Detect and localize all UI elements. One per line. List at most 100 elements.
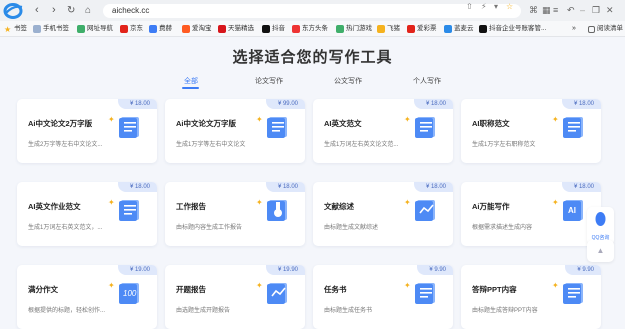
tool-description: 根据需求描述生成内容 [472,225,533,231]
tab-personal[interactable]: 个人写作 [413,77,441,86]
forward-icon[interactable]: › [52,5,56,16]
price-badge: ¥ 19.00 [117,265,157,275]
sparkle-icon: ✦ [552,281,559,290]
tool-card[interactable]: ¥ 18.00 AI英文作业范文 生成1万词左右英文范文，... ✦ [17,182,157,246]
doc-tool-icon [267,117,287,138]
tool-description: 由标题生成答辩PPT内容 [472,308,538,314]
grid-icon[interactable]: ▦ [542,5,551,15]
arrow-up-icon: ▲ [596,246,605,255]
tool-card[interactable]: ¥ 18.00 文献综述 由标题生成文献综述 ✦ [313,182,453,246]
bookmark-item[interactable]: 京东 [120,24,143,34]
bookmark-item[interactable]: 手机书签 [33,24,69,34]
back-to-top-button[interactable]: ▲ [587,240,614,262]
tool-card[interactable]: ¥ 18.00 Ai中文论文2万字版 生成2万字等左右中文论文... ✦ [17,99,157,163]
svg-text:100: 100 [123,289,137,298]
price-badge: ¥ 18.00 [413,99,453,109]
sparkle-icon: ✦ [404,115,411,124]
bookmark-item[interactable]: 爱彩票 [407,24,437,34]
star-icon[interactable]: ☆ [506,2,513,11]
tool-description: 由选题生成开题报告 [176,308,231,314]
sparkle-icon: ✦ [552,198,559,207]
ai-tool-icon: AI [563,200,583,221]
restore-icon[interactable]: ❐ [592,5,600,15]
tool-description: 生成1万字左右职称范文 [472,142,536,148]
price-badge: ¥ 99.00 [265,99,305,109]
tool-description: 生成1万词左右英文论文范... [324,142,399,148]
sparkle-icon: ✦ [256,281,263,290]
sparkle-icon: ✦ [404,281,411,290]
tool-card[interactable]: ¥ 19.90 开题报告 由选题生成开题报告 ✦ [165,265,305,329]
tool-name: 开题报告 [176,285,206,294]
sparkle-icon: ✦ [256,115,263,124]
price-badge: ¥ 18.00 [265,182,305,192]
bookmark-item[interactable]: 天猫精选 [218,24,254,34]
more-bookmarks-icon[interactable]: » [572,24,576,34]
bookmark-item[interactable]: 爱淘宝 [182,24,212,34]
price-badge: ¥ 18.00 [413,182,453,192]
sparkle-icon: ✦ [552,115,559,124]
address-bar[interactable]: aicheck.cc [103,4,521,18]
tool-name: Ai万能写作 [472,202,510,211]
tab-all[interactable]: 全部 [184,77,198,86]
bookmark-item[interactable]: 热门游戏 [336,24,372,34]
category-tabs: 全部 论文写作 公文写作 个人写作 [0,77,625,91]
tool-card[interactable]: ¥ 19.00 满分作文根据提供的标题，轻松创作... ✦ 100 [17,265,157,329]
page-content: 选择适合您的写作工具 全部 论文写作 公文写作 个人写作 ¥ 18.00 Ai中文… [0,37,625,329]
doc-tool-icon [119,117,139,138]
browser-logo-icon [3,3,23,19]
price-badge: ¥ 18.00 [117,99,157,109]
doc-tool-icon [563,117,583,138]
tool-card[interactable]: ¥ 99.00 Ai中文论文万字版生成1万字等左右中文论文 ✦ [165,99,305,163]
tool-card[interactable]: ¥ 18.00 AI职称范文 生成1万字左右职称范文 ✦ [461,99,601,163]
tab-official[interactable]: 公文写作 [334,77,362,86]
sparkle-icon: ✦ [404,198,411,207]
bookmark-item[interactable]: 蓝麦云 [444,24,474,34]
pencil-tool-icon: 100 [119,283,139,304]
qq-icon [595,212,606,226]
tool-card[interactable]: ¥ 18.00 工作报告 由标题内容生成工作报告 ✦ [165,182,305,246]
tool-card[interactable]: ¥ 9.90 答辩PPT内容 由标题生成答辩PPT内容 ✦ [461,265,601,329]
lightning-icon[interactable]: ⚡ [481,2,487,11]
share-icon[interactable]: ⇧ [466,2,473,11]
extension-icon[interactable]: ⌘ [529,5,538,15]
tool-card[interactable]: ¥ 18.00 AI英文范文生成1万词左右英文论文范... ✦ [313,99,453,163]
close-icon[interactable]: ✕ [606,5,614,15]
tab-thesis[interactable]: 论文写作 [255,77,283,86]
bookmark-item[interactable]: 东方头条 [292,24,328,34]
tool-card[interactable]: ¥ 9.90 任务书 由标题生成任务书 ✦ [313,265,453,329]
tool-name: 文献综述 [324,202,354,211]
price-badge: ¥ 9.90 [417,265,453,275]
bookmark-item[interactable]: ★ 书签 [4,24,27,34]
active-tab-indicator [182,87,199,89]
bookmark-item[interactable]: 抖音企业号账客管... [479,24,546,34]
tool-description: 生成1万字等左右中文论文 [176,142,246,148]
tool-card[interactable]: ¥ 18.00 Ai万能写作根据需求描述生成内容 ✦ AI [461,182,601,246]
page-title: 选择适合您的写作工具 [232,49,393,66]
tool-name: Ai中文论文万字版 [176,119,236,128]
reload-icon[interactable]: ↻ [67,5,75,16]
dropdown-icon[interactable]: ▾ [494,2,498,11]
sparkle-icon: ✦ [108,115,115,124]
chart-tool-icon [267,283,287,304]
reading-list-button[interactable]: 阅读清单 [588,24,623,34]
tool-description: 生成1万词左右英文范文，... [28,225,103,231]
tool-description: 根据提供的标题，轻松创作... [28,308,106,314]
tool-name: AI英文范文 [324,119,362,128]
back-icon[interactable]: ‹ [35,5,39,16]
home-icon[interactable]: ⌂ [85,5,91,16]
bookmark-item[interactable]: 网址导航 [77,24,113,34]
tool-name: 满分作文 [28,285,58,294]
tool-name: Ai中文论文2万字版 [28,119,93,128]
bookmark-item[interactable]: 抖音 [262,24,285,34]
bookmark-item[interactable]: 飞猪 [377,24,400,34]
price-badge: ¥ 18.00 [561,182,601,192]
undo-icon[interactable]: ↶ [567,5,575,15]
doc-tool-icon [415,283,435,304]
browser-toolbar: ‹ › ↻ ⌂ aicheck.cc ⇧ ⚡ ▾ ☆ ⌘ ▦ ≡ ↶ – ❐ ✕ [0,0,625,21]
sparkle-icon: ✦ [108,281,115,290]
sparkle-icon: ✦ [256,198,263,207]
minimize-icon[interactable]: – [580,5,585,15]
bookmark-item[interactable]: 费赫 [149,24,172,34]
menu-icon[interactable]: ≡ [553,5,558,15]
tool-description: 由标题生成任务书 [324,308,373,314]
